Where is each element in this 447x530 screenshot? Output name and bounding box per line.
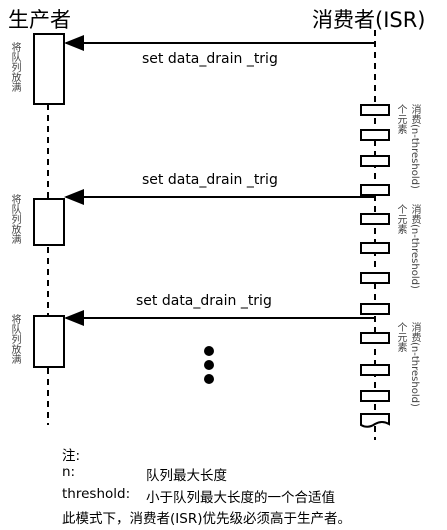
consumer-action-label: 个元素 [395,322,406,352]
note-threshold-value: 小于队列最大长度的一个合适值 [146,490,335,506]
consumer-queue-box [360,303,390,315]
producer-action-label: 将队列放满 [9,42,20,92]
diagram: 生产者 消费者(ISR) set data_drain _trig set da… [0,0,447,530]
note-priority: 此模式下，消费者(ISR)优先级必须高于生产者。 [62,511,351,527]
signal-label: set data_drain _trig [142,51,278,67]
producer-activation [33,198,65,246]
ellipsis-dot [204,374,214,384]
note-n-value: 队列最大长度 [146,468,227,484]
consumer-box-cut [360,413,390,428]
consumer-queue-box [360,242,390,254]
consumer-queue-box [360,213,390,225]
note-n-key: n: [62,464,76,480]
notes-title: 注: [62,448,81,464]
consumer-action-label: 消费(n-threshold) [409,322,420,407]
consumer-action-label: 消费(n-threshold) [409,104,420,189]
producer-activation [33,315,65,368]
producer-title: 生产者 [8,8,71,32]
producer-action-label: 将队列放满 [9,314,20,364]
note-threshold-key: threshold: [62,486,131,502]
consumer-action-label: 个元素 [395,204,406,234]
producer-activation [33,33,65,105]
signal-label: set data_drain _trig [136,293,272,309]
consumer-queue-box [360,332,390,344]
ellipsis-dot [204,360,214,370]
ellipsis-dot [204,346,214,356]
consumer-queue-box [360,129,390,141]
consumer-queue-box [360,184,390,196]
consumer-queue-box [360,390,390,402]
consumer-queue-box [360,104,390,116]
consumer-queue-box [360,364,390,376]
producer-action-label: 将队列放满 [9,194,20,244]
consumer-queue-box [360,155,390,167]
consumer-title: 消费者(ISR) [312,8,426,32]
consumer-queue-box [360,272,390,284]
consumer-action-label: 消费(n-threshold) [409,204,420,289]
consumer-action-label: 个元素 [395,104,406,134]
signal-label: set data_drain _trig [142,172,278,188]
